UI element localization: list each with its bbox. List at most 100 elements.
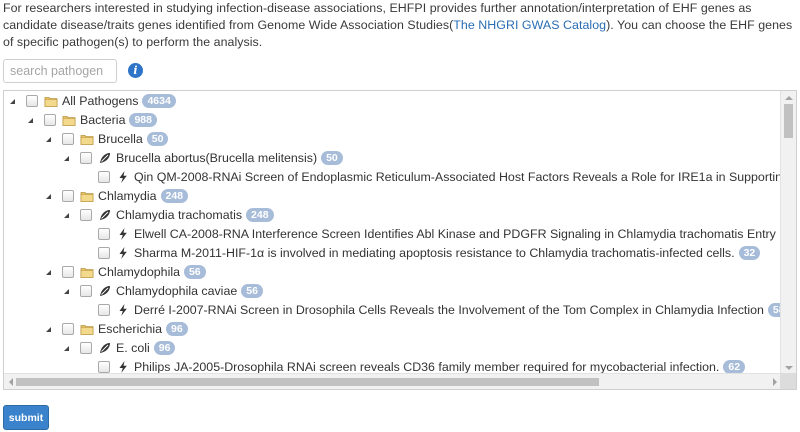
scroll-down-icon[interactable]	[785, 366, 793, 370]
tree-node-text: Bacteria	[80, 113, 126, 127]
tree-checkbox[interactable]	[80, 209, 92, 221]
horizontal-scrollbar[interactable]	[4, 373, 782, 389]
tree-node-text: Escherichia	[98, 322, 163, 336]
lightning-icon	[116, 170, 130, 185]
expand-toggle-icon[interactable]	[62, 149, 72, 168]
tree-node-label[interactable]: Qin QM-2008-RNAi Screen of Endoplasmic R…	[134, 168, 782, 187]
tree-row-screen[interactable]: Elwell CA-2008-RNA Interference Screen I…	[4, 225, 782, 244]
tree-checkbox[interactable]	[62, 133, 74, 145]
count-badge: 50	[146, 132, 169, 146]
tree-checkbox[interactable]	[80, 285, 92, 297]
folder-icon	[80, 132, 94, 147]
tree-row-folder[interactable]: Bacteria 988	[4, 111, 782, 130]
tree-row-species[interactable]: Chlamydia trachomatis 248	[4, 206, 782, 225]
scroll-up-icon[interactable]	[785, 96, 793, 100]
tree-node-text: Elwell CA-2008-RNA Interference Screen I…	[134, 227, 776, 241]
expand-toggle-icon[interactable]	[44, 320, 54, 339]
folder-icon	[80, 322, 94, 337]
tree-node-label[interactable]: Chlamydia trachomatis 248	[116, 206, 274, 225]
count-badge: 62	[723, 360, 746, 374]
tree-node-label[interactable]: All Pathogens 4634	[62, 92, 176, 111]
tree-node-label[interactable]: E. coli 96	[116, 339, 176, 358]
count-badge: 56	[183, 265, 206, 279]
pathogen-tree[interactable]: All Pathogens 4634 Bacteria 988 Brucella 50 Br…	[3, 90, 797, 390]
count-badge: 96	[153, 341, 176, 355]
lightning-icon	[116, 227, 130, 242]
expand-toggle-icon[interactable]	[8, 92, 18, 111]
tree-row-root[interactable]: All Pathogens 4634	[4, 92, 782, 111]
tree-row-folder[interactable]: Brucella 50	[4, 130, 782, 149]
search-pathogen-box[interactable]	[3, 59, 117, 83]
count-badge: 988	[129, 113, 157, 127]
tree-checkbox[interactable]	[80, 152, 92, 164]
tree-row-screen[interactable]: Qin QM-2008-RNAi Screen of Endoplasmic R…	[4, 168, 782, 187]
count-badge: 248	[160, 189, 189, 203]
tree-row-screen[interactable]: Derré I-2007-RNAi Screen in Drosophila C…	[4, 301, 782, 320]
leaf-icon	[98, 151, 112, 166]
tree-row-folder[interactable]: Chlamydia 248	[4, 187, 782, 206]
horizontal-scroll-thumb[interactable]	[16, 378, 599, 386]
tree-node-label[interactable]: Escherichia 96	[98, 320, 188, 339]
tree-checkbox[interactable]	[80, 342, 92, 354]
expand-toggle-icon[interactable]	[44, 130, 54, 149]
tree-row-species[interactable]: Chlamydophila caviae 56	[4, 282, 782, 301]
tree-node-text: Brucella abortus(Brucella melitensis)	[116, 151, 318, 165]
count-badge: 56	[241, 284, 263, 298]
scroll-left-icon[interactable]	[9, 378, 13, 386]
tree-checkbox[interactable]	[62, 190, 74, 202]
tree-node-label[interactable]: Chlamydophila 56	[98, 263, 206, 282]
vertical-scroll-thumb[interactable]	[784, 104, 793, 138]
count-badge: 96	[166, 322, 188, 336]
search-pathogen-input[interactable]	[4, 60, 116, 82]
tree-checkbox[interactable]	[62, 323, 74, 335]
lightning-icon	[116, 246, 130, 261]
folder-icon	[80, 189, 94, 204]
vertical-scrollbar[interactable]	[780, 91, 796, 375]
tree-checkbox[interactable]	[44, 114, 56, 126]
tree-node-text: Chlamydia	[98, 189, 157, 203]
tree-checkbox[interactable]	[62, 266, 74, 278]
tree-row-species[interactable]: E. coli 96	[4, 339, 782, 358]
tree-viewport: All Pathogens 4634 Bacteria 988 Brucella 50 Br…	[4, 91, 782, 375]
tree-node-label[interactable]: Brucella abortus(Brucella melitensis) 50	[116, 149, 343, 168]
submit-button[interactable]: submit	[3, 405, 49, 430]
expand-toggle-icon[interactable]	[62, 206, 72, 225]
tree-node-label[interactable]: Derré I-2007-RNAi Screen in Drosophila C…	[134, 301, 782, 320]
tree-node-text: Philips JA-2005-Drosophila RNAi screen r…	[134, 360, 720, 374]
tree-checkbox[interactable]	[98, 228, 110, 240]
scroll-right-icon[interactable]	[773, 378, 777, 386]
tree-row-folder[interactable]: Escherichia 96	[4, 320, 782, 339]
tree-node-text: Qin QM-2008-RNAi Screen of Endoplasmic R…	[134, 170, 782, 184]
tree-node-label[interactable]: Sharma M-2011-HIF-1α is involved in medi…	[134, 244, 761, 263]
info-icon[interactable]: i	[128, 63, 143, 78]
tree-row-folder[interactable]: Chlamydophila 56	[4, 263, 782, 282]
tree-node-label[interactable]: Elwell CA-2008-RNA Interference Screen I…	[134, 225, 782, 244]
tree-row-species[interactable]: Brucella abortus(Brucella melitensis) 50	[4, 149, 782, 168]
tree-checkbox[interactable]	[98, 247, 110, 259]
tree-checkbox[interactable]	[98, 171, 110, 183]
leaf-icon	[98, 341, 112, 356]
expand-toggle-icon[interactable]	[62, 282, 72, 301]
tree-checkbox[interactable]	[98, 361, 110, 373]
tree-node-text: Chlamydophila caviae	[116, 284, 238, 298]
expand-toggle-icon[interactable]	[44, 187, 54, 206]
tree-node-label[interactable]: Bacteria 988	[80, 111, 157, 130]
count-badge: 248	[246, 208, 274, 222]
tree-node-label[interactable]: Chlamydia 248	[98, 187, 189, 206]
tree-node-label[interactable]: Brucella 50	[98, 130, 169, 149]
tree-row-screen[interactable]: Sharma M-2011-HIF-1α is involved in medi…	[4, 244, 782, 263]
tree-node-label[interactable]: Chlamydophila caviae 56	[116, 282, 263, 301]
expand-toggle-icon[interactable]	[26, 111, 36, 130]
tree-node-text: E. coli	[116, 341, 150, 355]
gwas-catalog-link[interactable]: The NHGRI GWAS Catalog	[453, 18, 606, 32]
intro-text: For researchers interested in studying i…	[3, 0, 797, 51]
expand-toggle-icon[interactable]	[62, 339, 72, 358]
count-badge: 4634	[142, 94, 176, 108]
tree-checkbox[interactable]	[26, 95, 38, 107]
expand-toggle-icon[interactable]	[44, 263, 54, 282]
tree-node-text: Chlamydia trachomatis	[116, 208, 243, 222]
tree-checkbox[interactable]	[98, 304, 110, 316]
folder-icon	[80, 265, 94, 280]
tree-node-text: All Pathogens	[62, 94, 139, 108]
folder-icon	[44, 94, 58, 109]
